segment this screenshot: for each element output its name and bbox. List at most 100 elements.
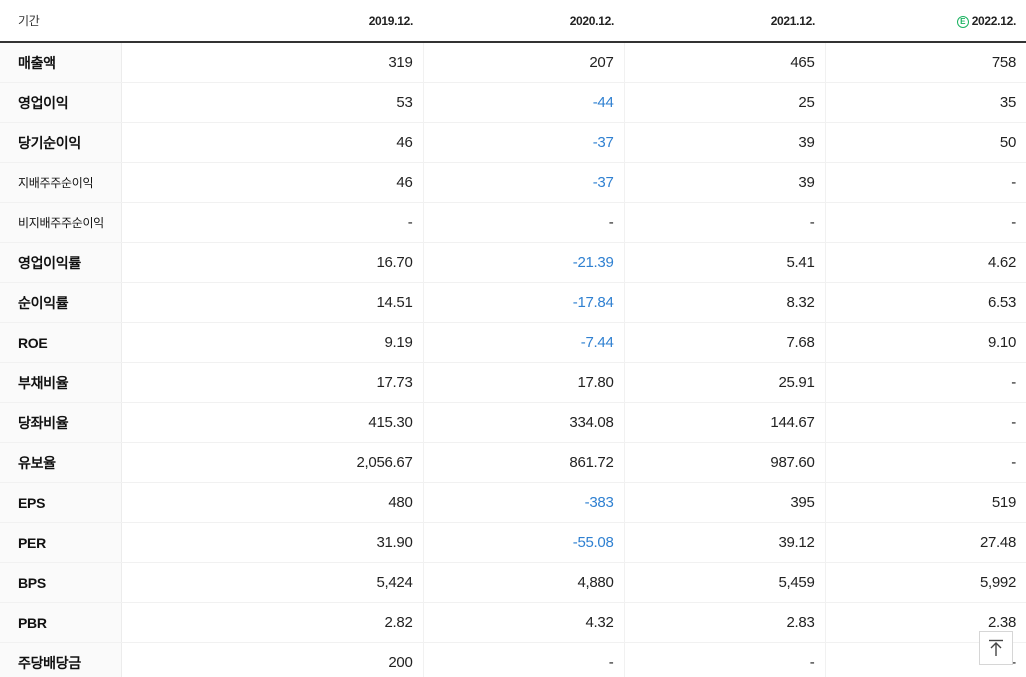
value-cell: 50 xyxy=(825,122,1026,163)
row-label: 당기순이익 xyxy=(0,122,122,163)
row-label: EPS xyxy=(0,482,122,523)
estimate-icon: E xyxy=(956,15,969,28)
table-row: 당기순이익 46 -37 39 50 xyxy=(0,122,1026,163)
value-cell: 519 xyxy=(825,482,1026,523)
value-cell: - xyxy=(423,642,625,677)
column-header-label: 2019.12. xyxy=(368,13,414,28)
table-row: 지배주주순이익 46 -37 39- xyxy=(0,162,1026,203)
value-cell: 5,459 xyxy=(624,562,826,603)
table-row: 부채비율 17.73 17.80 25.91- xyxy=(0,362,1026,403)
row-label: 부채비율 xyxy=(0,362,122,403)
value-cell: 27.48 xyxy=(825,522,1026,563)
value-cell: 144.67 xyxy=(624,402,826,443)
value-cell: - xyxy=(624,642,826,677)
value-cell: 9.19 xyxy=(121,322,424,363)
table-body: 매출액 319 207 465 758 영업이익 53 -44 25 35 당기순이익 46 -37 39… xyxy=(0,42,1026,677)
scroll-top-button[interactable] xyxy=(979,631,1013,665)
value-cell: 35 xyxy=(825,82,1026,123)
value-cell: - xyxy=(825,402,1026,443)
value-cell: 39 xyxy=(624,162,826,203)
value-cell: - xyxy=(825,362,1026,403)
value-cell: 14.51 xyxy=(121,282,424,323)
value-cell: 17.80 xyxy=(423,362,625,403)
value-cell: 2.82 xyxy=(121,602,424,643)
value-cell: -37 xyxy=(423,122,625,163)
value-cell: 8.32 xyxy=(624,282,826,323)
row-label: 영업이익 xyxy=(0,82,122,123)
value-cell: - xyxy=(423,202,625,243)
value-cell: 334.08 xyxy=(423,402,625,443)
value-cell: 53 xyxy=(121,82,424,123)
value-cell: -44 xyxy=(423,82,625,123)
row-label: 매출액 xyxy=(0,42,122,83)
value-cell: - xyxy=(624,202,826,243)
row-label: PER xyxy=(0,522,122,563)
row-label: 당좌비율 xyxy=(0,402,122,443)
value-cell: 758 xyxy=(825,42,1026,83)
arrow-up-to-top-icon xyxy=(989,639,1003,656)
value-cell: 6.53 xyxy=(825,282,1026,323)
table-row: 비지배주주순이익 - - - - xyxy=(0,202,1026,243)
value-cell: 39 xyxy=(624,122,826,163)
value-cell: - xyxy=(825,162,1026,203)
value-cell: 46 xyxy=(121,122,424,163)
value-cell: 2.83 xyxy=(624,602,826,643)
column-header: 2021.12. xyxy=(624,0,825,43)
value-cell: -383 xyxy=(423,482,625,523)
column-header-estimate: E 2022.12. xyxy=(825,0,1026,43)
value-cell: 480 xyxy=(121,482,424,523)
row-label: 영업이익률 xyxy=(0,242,122,283)
row-label: PBR xyxy=(0,602,122,643)
value-cell: 987.60 xyxy=(624,442,826,483)
financial-table: 기간 2019.12. 2020.12. 2021.12. E 2022.12. … xyxy=(0,0,1026,677)
row-label: 주당배당금 xyxy=(0,642,122,677)
value-cell: -7.44 xyxy=(423,322,625,363)
value-cell: - xyxy=(825,442,1026,483)
column-header-label: 2022.12. xyxy=(971,13,1017,28)
column-header-label: 2020.12. xyxy=(569,13,615,28)
value-cell: 31.90 xyxy=(121,522,424,563)
value-cell: - xyxy=(121,202,424,243)
value-cell: 25 xyxy=(624,82,826,123)
value-cell: 861.72 xyxy=(423,442,625,483)
value-cell: 465 xyxy=(624,42,826,83)
value-cell: 46 xyxy=(121,162,424,203)
value-cell: 7.68 xyxy=(624,322,826,363)
value-cell: 9.10 xyxy=(825,322,1026,363)
table-row: PER 31.90 -55.08 39.12 27.48 xyxy=(0,522,1026,563)
value-cell: 415.30 xyxy=(121,402,424,443)
column-header-label: 2021.12. xyxy=(770,13,816,28)
row-label: BPS xyxy=(0,562,122,603)
row-label: 지배주주순이익 xyxy=(0,162,122,203)
value-cell: 39.12 xyxy=(624,522,826,563)
value-cell: 17.73 xyxy=(121,362,424,403)
value-cell: 2,056.67 xyxy=(121,442,424,483)
value-cell: -21.39 xyxy=(423,242,625,283)
table-header: 기간 2019.12. 2020.12. 2021.12. E 2022.12. xyxy=(0,0,1026,43)
table-row: EPS 480 -383 395 519 xyxy=(0,482,1026,523)
table-row: BPS 5,424 4,880 5,459 5,992 xyxy=(0,562,1026,603)
value-cell: - xyxy=(825,202,1026,243)
value-cell: -55.08 xyxy=(423,522,625,563)
value-cell: -37 xyxy=(423,162,625,203)
value-cell: 25.91 xyxy=(624,362,826,403)
table-row: 주당배당금 200- - - xyxy=(0,642,1026,677)
table-row: PBR 2.82 4.32 2.83 2.38 xyxy=(0,602,1026,643)
row-label: ROE xyxy=(0,322,122,363)
row-label: 순이익률 xyxy=(0,282,122,323)
value-cell: 395 xyxy=(624,482,826,523)
table-row: 순이익률 14.51 -17.84 8.32 6.53 xyxy=(0,282,1026,323)
table-row: 영업이익 53 -44 25 35 xyxy=(0,82,1026,123)
financial-summary-panel: 기간 2019.12. 2020.12. 2021.12. E 2022.12. … xyxy=(0,0,1026,677)
row-label: 유보율 xyxy=(0,442,122,483)
value-cell: 207 xyxy=(423,42,625,83)
period-header-label: 기간 xyxy=(0,0,121,43)
value-cell: 4.62 xyxy=(825,242,1026,283)
table-row: 당좌비율 415.30 334.08 144.67- xyxy=(0,402,1026,443)
value-cell: 5.41 xyxy=(624,242,826,283)
table-row: 영업이익률 16.70 -21.39 5.41 4.62 xyxy=(0,242,1026,283)
table-row: ROE 9.19 -7.44 7.68 9.10 xyxy=(0,322,1026,363)
value-cell: 5,992 xyxy=(825,562,1026,603)
row-label: 비지배주주순이익 xyxy=(0,202,122,243)
column-header: 2019.12. xyxy=(121,0,423,43)
